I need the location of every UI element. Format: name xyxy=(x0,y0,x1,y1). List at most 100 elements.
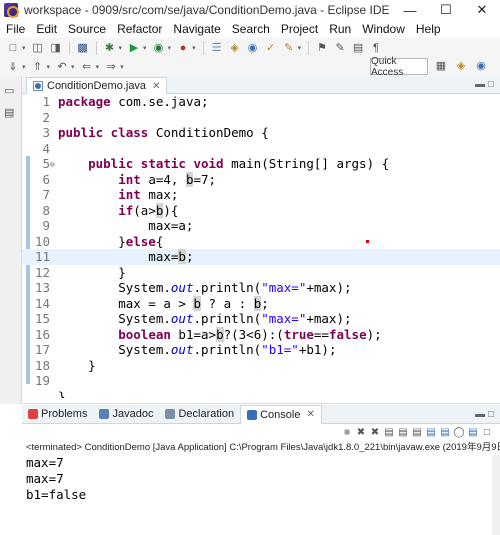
code-line: 7 int max; xyxy=(42,187,179,202)
code-line: 14 max = a > b ? a : b; xyxy=(34,295,269,311)
new-icon[interactable]: □ xyxy=(6,41,20,55)
scroll-lock-icon[interactable]: ▤ xyxy=(397,427,409,439)
coverage-icon[interactable]: ● xyxy=(176,41,190,55)
menu-project[interactable]: Project xyxy=(275,22,323,36)
code-line: 2 xyxy=(42,109,50,125)
open-type-icon[interactable]: ☰ xyxy=(210,41,224,55)
run-icon[interactable]: ▶ xyxy=(127,41,141,55)
code-line: 13 System.out.println("max="+max); xyxy=(34,280,352,295)
quick-access-field[interactable]: Quick Access xyxy=(370,56,428,78)
java-ee-perspective-icon[interactable]: ◈ xyxy=(454,59,468,73)
console-line: max=7 xyxy=(26,471,64,486)
java-file-icon xyxy=(33,81,43,91)
terminal-icon[interactable]: ▩ xyxy=(76,41,90,55)
last-edit-icon[interactable]: ↶ xyxy=(55,60,69,74)
secondary-toolbar: ⇓ ▾ ⇑ ▾ ↶ ▾ ⇐ ▾ ⇒ ▾ Quick Access ▦ ◈ ◉ xyxy=(0,56,500,78)
menu-edit[interactable]: Edit xyxy=(30,22,62,36)
code-line: 3 public class ConditionDemo { xyxy=(42,125,269,140)
word-wrap-icon[interactable]: ▤ xyxy=(411,427,423,439)
editor-tab-bar: ConditionDemo.java ✕ ▬ □ xyxy=(22,76,500,94)
close-button[interactable]: ✕ xyxy=(464,0,500,20)
edit-icon[interactable]: ✎ xyxy=(333,41,347,55)
console-scrollbar[interactable] xyxy=(492,455,500,535)
annotation-icon[interactable]: ⚑ xyxy=(315,41,329,55)
code-line: 8 if(a>b){ xyxy=(42,202,179,218)
close-tab-icon[interactable]: ✕ xyxy=(152,81,160,92)
code-line-current: 11 max=b; xyxy=(22,249,500,265)
title-bar: workspace - 0909/src/com/se/java/Conditi… xyxy=(0,0,500,20)
menu-file[interactable]: File xyxy=(0,22,30,36)
show-on-error-icon[interactable]: ▤ xyxy=(439,427,451,439)
next-annotation-icon[interactable]: ⇓ xyxy=(6,60,20,74)
menu-run[interactable]: Run xyxy=(323,22,356,36)
show-on-output-icon[interactable]: ▤ xyxy=(425,427,437,439)
remove-launch-icon[interactable]: ✖ xyxy=(355,427,367,439)
menu-source[interactable]: Source xyxy=(62,22,111,36)
prev-annotation-icon[interactable]: ⇑ xyxy=(31,60,45,74)
main-toolbar: □ ▾ ◫ ◨ ▩ ✱ ▾ ▶ ▾ ◉ ▾ ● ▾ ☰ ◈ ◉ ✓ ✎ ▾ ⚑ ✎ ▤ ¶ xyxy=(0,38,500,57)
javadoc-icon xyxy=(99,409,110,419)
save-all-icon[interactable]: ◨ xyxy=(49,41,63,55)
open-console-icon[interactable]: □ xyxy=(481,427,493,439)
highlight-icon[interactable]: ▤ xyxy=(351,41,365,55)
tab-conditiondemo[interactable]: ConditionDemo.java ✕ xyxy=(26,77,168,94)
menu-refactor[interactable]: Refactor xyxy=(111,22,167,36)
eclipse-logo-icon xyxy=(4,3,19,18)
console-icon xyxy=(247,409,258,420)
tab-problems[interactable]: Problems xyxy=(22,405,93,424)
tab-console[interactable]: Console ✕ xyxy=(240,404,322,424)
code-line: 15 System.out.println("max="+max); xyxy=(34,311,352,326)
code-line: 1 package com.se.java; xyxy=(42,94,209,109)
code-editor[interactable]: 1 package com.se.java; 2 3 public class Co… xyxy=(22,94,500,398)
run-tools-icon[interactable]: ◉ xyxy=(152,41,166,55)
tab-label: ConditionDemo.java xyxy=(47,80,147,92)
editor-window-controls[interactable]: ▬ □ xyxy=(475,79,494,90)
forward-icon[interactable]: ⇒ xyxy=(104,60,118,74)
clear-console-icon[interactable]: ▤ xyxy=(383,427,395,439)
save-icon[interactable]: ◫ xyxy=(31,41,45,55)
console-line: b1=false xyxy=(26,487,87,502)
menu-navigate[interactable]: Navigate xyxy=(167,22,225,36)
code-line: 16 boolean b1=a>b?(3<6):(true==false); xyxy=(34,326,382,342)
search-icon[interactable]: ✎ xyxy=(282,41,296,55)
code-line: 6 int a=4, b=7; xyxy=(42,171,217,187)
package-explorer-icon[interactable]: ▤ xyxy=(4,106,18,120)
editor-scroll-area xyxy=(22,398,500,404)
menu-help[interactable]: Help xyxy=(410,22,446,36)
menu-search[interactable]: Search xyxy=(226,22,275,36)
window-title: workspace - 0909/src/com/se/java/Conditi… xyxy=(24,3,390,17)
pin-console-icon[interactable]: ◯ xyxy=(453,427,465,439)
back-icon[interactable]: ⇐ xyxy=(80,60,94,74)
maximize-button[interactable]: ☐ xyxy=(428,0,464,20)
menu-window[interactable]: Window xyxy=(356,22,410,36)
code-line: 9 max=a; xyxy=(42,218,194,233)
code-line: } xyxy=(58,388,66,399)
java-perspective-icon[interactable]: ◉ xyxy=(474,59,488,73)
remove-all-icon[interactable]: ✖ xyxy=(369,427,381,439)
restore-icon[interactable]: ▭ xyxy=(4,84,18,98)
new-class-icon[interactable]: ◉ xyxy=(246,41,260,55)
code-line: 12 } xyxy=(34,264,126,280)
minimize-button[interactable]: — xyxy=(392,0,428,20)
console-output[interactable]: max=7 max=7 b1=false xyxy=(22,455,492,535)
perspective-icon[interactable]: ▦ xyxy=(434,59,448,73)
declaration-icon xyxy=(165,409,176,419)
code-line: 4 xyxy=(42,140,50,156)
code-line: 5 ⊖ public static void main(String[] args… xyxy=(42,156,390,171)
open-task-icon[interactable]: ✓ xyxy=(264,41,278,55)
terminate-icon[interactable]: ■ xyxy=(341,427,353,439)
console-line: max=7 xyxy=(26,455,64,470)
code-line: 10 }else{ xyxy=(34,233,164,249)
menu-bar: File Edit Source Refactor Navigate Searc… xyxy=(0,20,500,38)
new-package-icon[interactable]: ◈ xyxy=(228,41,242,55)
code-line: 17 System.out.println("b1="+b1); xyxy=(34,342,337,357)
code-line: 18 } xyxy=(34,357,96,373)
tab-declaration[interactable]: Declaration xyxy=(159,405,240,424)
debug-icon[interactable]: ✱ xyxy=(103,41,117,55)
panel-window-controls[interactable]: ▬ □ xyxy=(475,409,494,420)
show-whitespace-icon[interactable]: ¶ xyxy=(369,41,383,55)
fold-icon: ⊖ xyxy=(50,160,55,169)
tab-javadoc[interactable]: Javadoc xyxy=(93,405,159,424)
close-console-icon[interactable]: ✕ xyxy=(306,409,314,420)
display-console-icon[interactable]: ▤ xyxy=(467,427,479,439)
